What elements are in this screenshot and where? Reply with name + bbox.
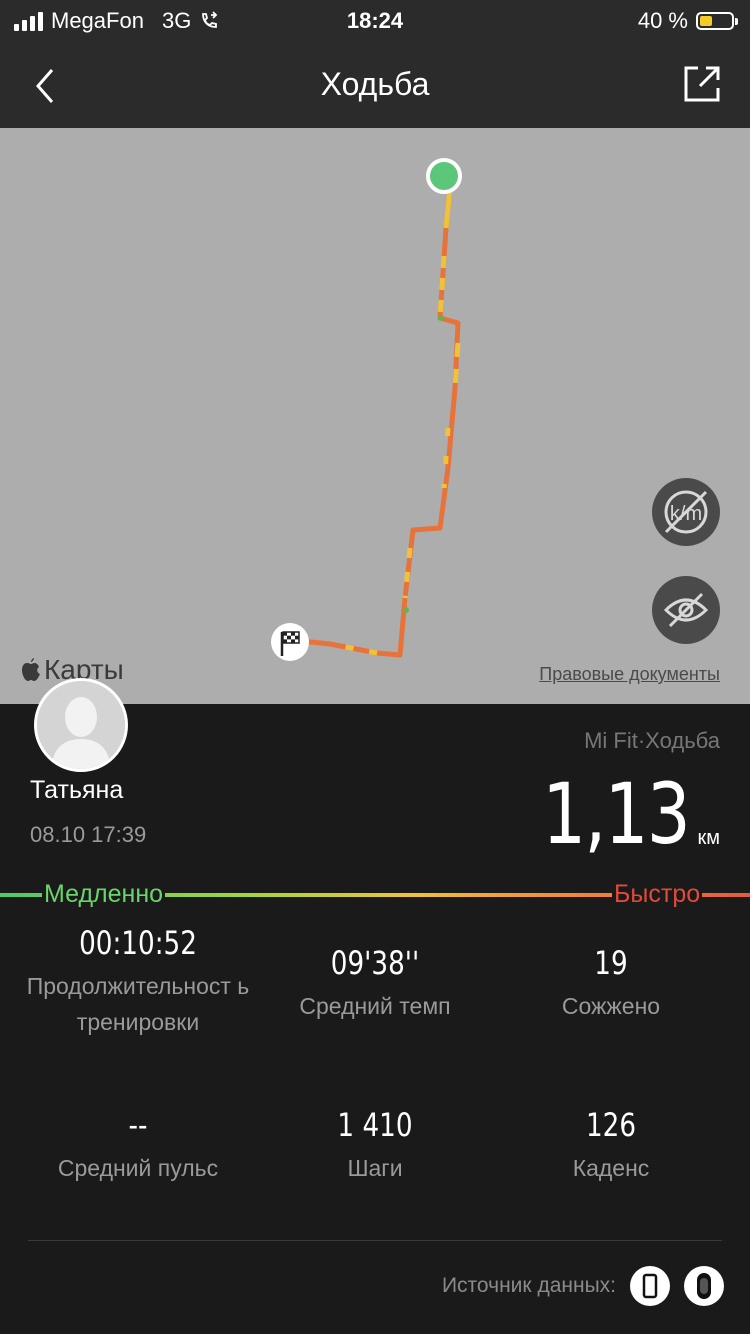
stat-calories: 19 Сожжено	[486, 944, 736, 1024]
stat-value: 00:10:52	[79, 924, 197, 962]
stat-value: 1 410	[337, 1106, 413, 1144]
stat-value: --	[128, 1106, 148, 1144]
workout-source-app: Mi Fit·Ходьба	[584, 728, 720, 753]
battery-percent: 40 %	[637, 8, 688, 33]
mi-band-icon[interactable]	[684, 1266, 724, 1306]
start-marker	[426, 158, 462, 194]
distance-unit: км	[697, 827, 721, 849]
stat-value: 19	[594, 944, 628, 982]
stat-avg-pace: 09'38'' Средний темп	[250, 944, 500, 1024]
route-map[interactable]: k/m Карты Правовые документы	[0, 128, 750, 704]
user-silhouette-icon	[37, 681, 125, 769]
battery-icon	[696, 12, 738, 30]
stat-value: 126	[585, 1106, 637, 1144]
data-source-label: Источник данных:	[441, 1274, 616, 1297]
status-right: 40 %	[637, 8, 738, 34]
apple-logo-icon	[22, 658, 40, 681]
phone-icon[interactable]	[630, 1266, 670, 1306]
stat-label: Каденс	[572, 1155, 650, 1181]
legal-documents-link[interactable]: Правовые документы	[539, 664, 720, 685]
status-bar: MegaFon 3G 18:24 40 %	[0, 0, 750, 44]
route-path	[271, 158, 462, 661]
mi-band-glyph	[697, 1273, 711, 1299]
divider	[28, 1240, 722, 1241]
stat-duration: 00:10:52 Продолжительност ь тренировки	[13, 924, 263, 1040]
stat-value: 09'38''	[330, 944, 420, 982]
avatar	[34, 678, 128, 772]
nav-bar: Ходьба	[0, 44, 750, 128]
stat-label: Сожжено	[561, 993, 661, 1019]
pace-slow-label: Медленно	[42, 880, 166, 909]
user-name: Татьяна	[30, 776, 124, 804]
km-markers-off-icon: k/m	[664, 490, 708, 534]
data-source: Источник данных:	[442, 1266, 724, 1306]
km-markers-toggle-button[interactable]: k/m	[652, 478, 720, 546]
stat-avg-heart-rate: -- Средний пульс	[13, 1106, 263, 1186]
pace-fast-label: Быстро	[612, 880, 703, 909]
share-icon[interactable]	[682, 64, 722, 104]
phone-glyph	[642, 1273, 658, 1299]
stat-label: Средний пульс	[57, 1155, 219, 1181]
route-visibility-toggle-button[interactable]	[652, 576, 720, 644]
distance-value: 1,13	[542, 765, 691, 863]
eye-off-icon	[663, 592, 709, 628]
stat-cadence: 126 Каденс	[486, 1106, 736, 1186]
workout-datetime: 08.10 17:39	[30, 822, 147, 847]
stat-label: Продолжительност ь тренировки	[26, 973, 250, 1035]
page-title: Ходьба	[320, 66, 430, 102]
distance-display: 1,13 км	[510, 772, 720, 856]
stat-steps: 1 410 Шаги	[250, 1106, 500, 1186]
stat-label: Шаги	[347, 1155, 403, 1181]
stat-label: Средний темп	[299, 993, 451, 1019]
finish-flag-icon	[271, 623, 309, 661]
